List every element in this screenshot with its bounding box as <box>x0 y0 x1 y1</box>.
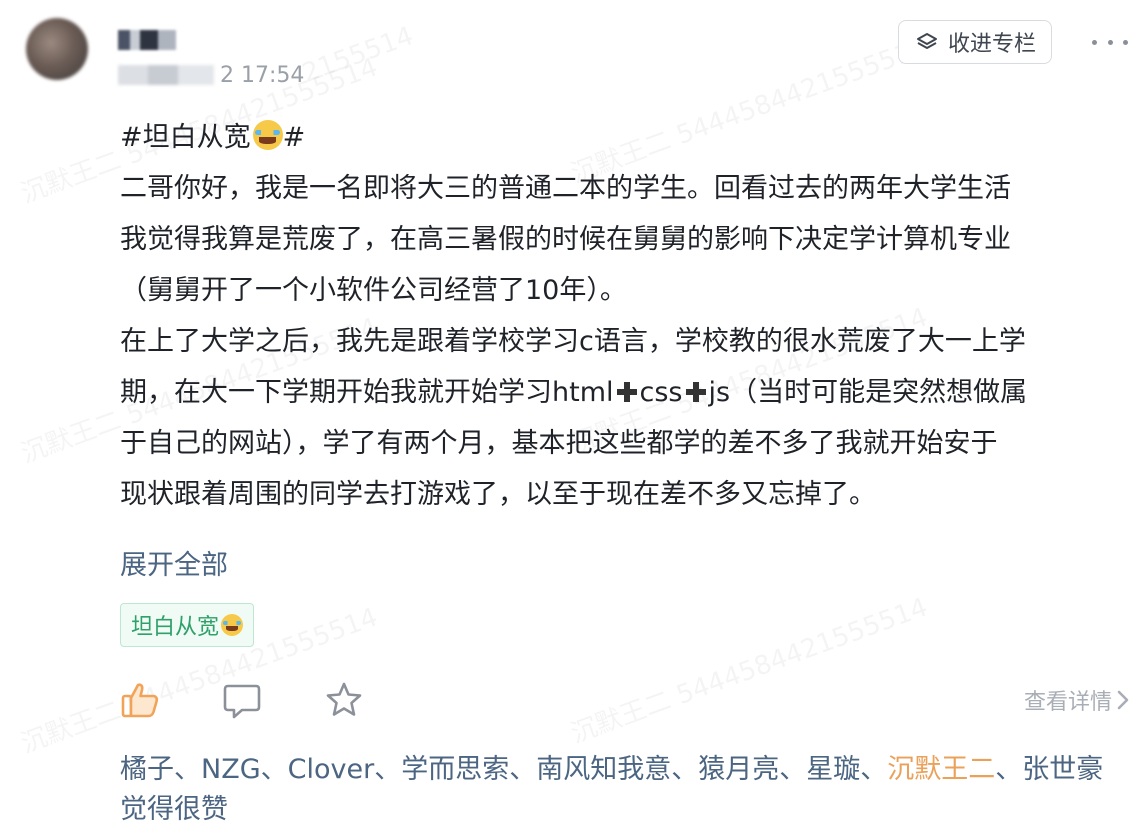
laugh-cry-emoji-icon <box>252 120 283 150</box>
post-card: 2155514 沉默王二 5444584421555514 沉默王二 54445… <box>0 0 1138 834</box>
separator: 、 <box>860 754 888 785</box>
watermark: 沉默王二 5444584421555514 <box>565 587 932 751</box>
avatar[interactable] <box>26 18 88 80</box>
topic-tag[interactable]: 坦白从宽 <box>120 603 255 647</box>
separator: 、 <box>671 754 699 785</box>
content-line: （舅舅开了一个小软件公司经营了10年）。 <box>120 275 627 306</box>
likers-list: 橘子、NZG、Clover、学而思索、南风知我意、猿月亮、星璇、沉默王二、张世豪… <box>120 750 1110 830</box>
view-details-link[interactable]: 查看详情 <box>1024 684 1130 716</box>
separator: 、 <box>995 754 1023 785</box>
separator: 、 <box>174 754 201 785</box>
content-line: 我觉得我算是荒废了，在高三暑假的时候在舅舅的影响下决定学计算机专业 <box>120 224 1011 255</box>
separator: 、 <box>374 754 402 785</box>
content-line: 在上了大学之后，我先是跟着学校学习c语言，学校教的很水荒废了大一上学 <box>120 326 1026 357</box>
liker-name[interactable]: 橘子 <box>120 754 174 785</box>
separator: 、 <box>509 754 537 785</box>
chevron-right-icon <box>1117 690 1129 710</box>
comment-icon[interactable] <box>222 680 262 720</box>
post-date-blurred <box>118 65 214 85</box>
collect-button-label: 收进专栏 <box>947 32 1036 57</box>
plus-icon <box>616 382 637 402</box>
content-line: #坦白从宽 # <box>120 120 306 153</box>
likes-suffix: 觉得很赞 <box>120 794 228 825</box>
liker-name[interactable]: 星璇 <box>806 754 860 785</box>
post-time-text: 2 17:54 <box>220 62 305 88</box>
post-content: #坦白从宽 # 二哥你好，我是一名即将大三的普通二本的学生。回看过去的两年大学生活… <box>120 112 1130 520</box>
content-line: 二哥你好，我是一名即将大三的普通二本的学生。回看过去的两年大学生活 <box>120 173 1011 204</box>
liker-name[interactable]: Clover <box>288 754 375 785</box>
thumbs-up-icon[interactable] <box>120 680 160 720</box>
laugh-cry-emoji-icon <box>221 614 244 636</box>
author-name[interactable] <box>118 30 176 50</box>
expand-all-link[interactable]: 展开全部 <box>120 543 228 582</box>
star-icon[interactable] <box>324 680 364 720</box>
liker-name[interactable]: 南风知我意 <box>536 754 671 785</box>
liker-name[interactable]: 猿月亮 <box>698 754 779 785</box>
liker-name[interactable]: 张世豪 <box>1022 754 1103 785</box>
liker-name[interactable]: NZG <box>201 754 261 785</box>
action-bar: 查看详情 <box>120 678 1130 722</box>
content-line: 期，在大一下学期开始我就开始学习html css js（当时可能是突然想做属 <box>120 377 1028 408</box>
liker-name-highlighted[interactable]: 沉默王二 <box>887 754 995 785</box>
post-time: 2 17:54 <box>118 60 304 90</box>
plus-icon <box>685 382 706 402</box>
view-details-label: 查看详情 <box>1023 690 1112 715</box>
collect-to-column-button[interactable]: 收进专栏 <box>898 20 1052 64</box>
content-line: 现状跟着周围的同学去打游戏了，以至于现在差不多又忘掉了。 <box>120 479 876 510</box>
separator: 、 <box>779 754 807 785</box>
stack-icon <box>916 33 937 49</box>
topic-tag-label: 坦白从宽 <box>131 615 220 640</box>
content-line: 于自己的网站），学了有两个月，基本把这些都学的差不多了我就开始安于 <box>120 428 998 459</box>
liker-name[interactable]: 学而思索 <box>401 754 509 785</box>
watermark: 2155514 <box>298 21 417 89</box>
more-dots-icon[interactable] <box>1092 32 1128 52</box>
separator: 、 <box>260 754 288 785</box>
